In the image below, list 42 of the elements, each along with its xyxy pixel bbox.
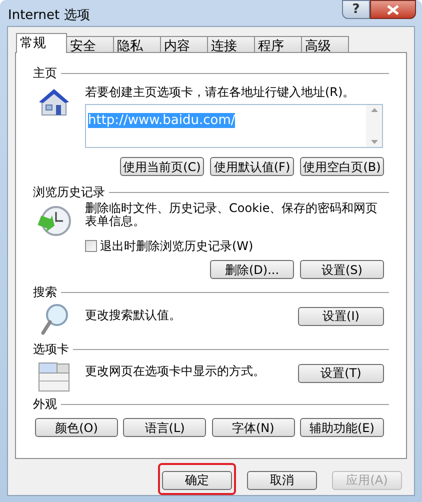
- tab[interactable]: 隐私: [113, 36, 161, 53]
- description: 更改网页在选项卡中显示的方式。: [85, 363, 266, 380]
- tab[interactable]: 内容: [160, 36, 208, 53]
- house-icon: [37, 87, 71, 117]
- button[interactable]: 设置(T): [298, 364, 384, 382]
- button[interactable]: 辅助功能(E): [300, 418, 384, 437]
- section-heading: 搜索: [33, 284, 57, 301]
- close-button[interactable]: [370, 0, 416, 19]
- button[interactable]: 设置(I): [298, 306, 384, 326]
- tabs-icon: [38, 362, 70, 392]
- tab[interactable]: 常规: [16, 33, 67, 53]
- button[interactable]: 设置(S): [300, 260, 384, 279]
- button[interactable]: 字体(N): [212, 418, 295, 437]
- button[interactable]: 使用空白页(B): [300, 157, 384, 176]
- section-heading: 外观: [33, 396, 57, 413]
- section-heading: 浏览历史记录: [33, 184, 105, 201]
- button[interactable]: 颜色(O): [35, 418, 118, 437]
- scroll-down-icon[interactable]: [370, 140, 378, 144]
- description: 若要创建主页选项卡，请在各地址行键入地址(R)。: [85, 84, 356, 101]
- button[interactable]: 使用当前页(C): [120, 157, 204, 176]
- address-text: http://www.baidu.com/: [88, 113, 236, 128]
- section-heading: 选项卡: [33, 341, 69, 358]
- section-heading: 主页: [33, 65, 57, 82]
- magnifier-icon: [41, 303, 69, 335]
- clock-arrow-icon: [37, 204, 71, 238]
- button[interactable]: 使用默认值(F): [210, 157, 294, 176]
- window-title: Internet 选项: [8, 7, 90, 25]
- scroll-up-icon[interactable]: [370, 108, 378, 112]
- button[interactable]: 取消: [247, 470, 317, 490]
- tab[interactable]: 程序: [254, 36, 302, 53]
- checkbox-label: 退出时删除浏览历史记录(W): [100, 238, 254, 255]
- description: 删除临时文件、历史记录、Cookie、保存的密码和网页表单信息。: [85, 202, 379, 228]
- tab[interactable]: 高级: [301, 36, 349, 53]
- description: 更改搜索默认值。: [85, 307, 182, 324]
- tab[interactable]: 安全: [66, 36, 114, 53]
- checkbox[interactable]: [85, 240, 97, 252]
- close-icon: [387, 4, 399, 14]
- button[interactable]: 确定: [162, 470, 232, 490]
- help-button[interactable]: ?: [342, 0, 370, 19]
- button[interactable]: 删除(D)...: [210, 260, 294, 279]
- button[interactable]: 语言(L): [123, 418, 206, 437]
- tab[interactable]: 连接: [207, 36, 255, 53]
